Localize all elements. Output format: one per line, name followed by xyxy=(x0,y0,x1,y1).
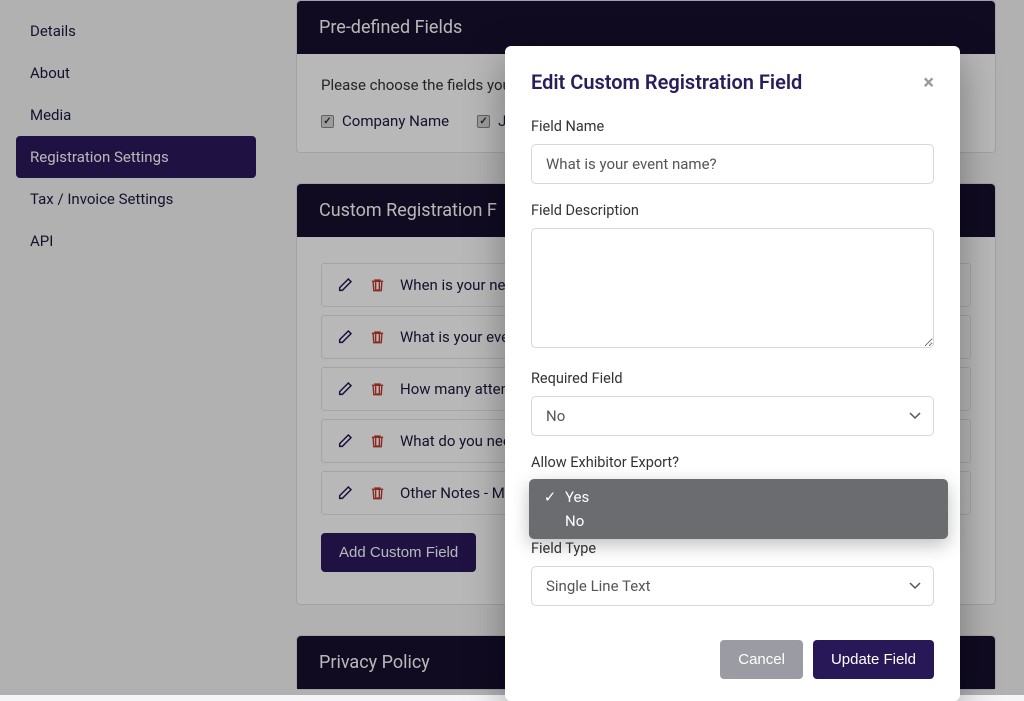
check-icon: ✓ xyxy=(543,488,557,506)
dropdown-option-yes[interactable]: ✓ Yes xyxy=(529,485,948,509)
field-name-input[interactable] xyxy=(531,144,934,184)
close-icon[interactable]: × xyxy=(923,70,934,94)
allow-export-dropdown: ✓ Yes No xyxy=(529,479,948,539)
edit-field-modal: Edit Custom Registration Field × Field N… xyxy=(505,46,960,701)
field-type-label: Field Type xyxy=(531,540,934,557)
required-field-label: Required Field xyxy=(531,370,934,387)
allow-export-label: Allow Exhibitor Export? xyxy=(531,454,934,471)
field-type-select[interactable]: Single Line Text xyxy=(531,566,934,606)
option-label: No xyxy=(565,512,584,530)
update-field-button[interactable]: Update Field xyxy=(813,640,934,679)
field-description-label: Field Description xyxy=(531,202,934,219)
dropdown-option-no[interactable]: No xyxy=(529,509,948,533)
option-label: Yes xyxy=(565,488,589,506)
field-name-label: Field Name xyxy=(531,118,934,135)
cancel-button[interactable]: Cancel xyxy=(720,640,803,679)
required-field-select[interactable]: No xyxy=(531,396,934,436)
modal-title: Edit Custom Registration Field xyxy=(531,70,802,94)
field-description-textarea[interactable] xyxy=(531,228,934,348)
